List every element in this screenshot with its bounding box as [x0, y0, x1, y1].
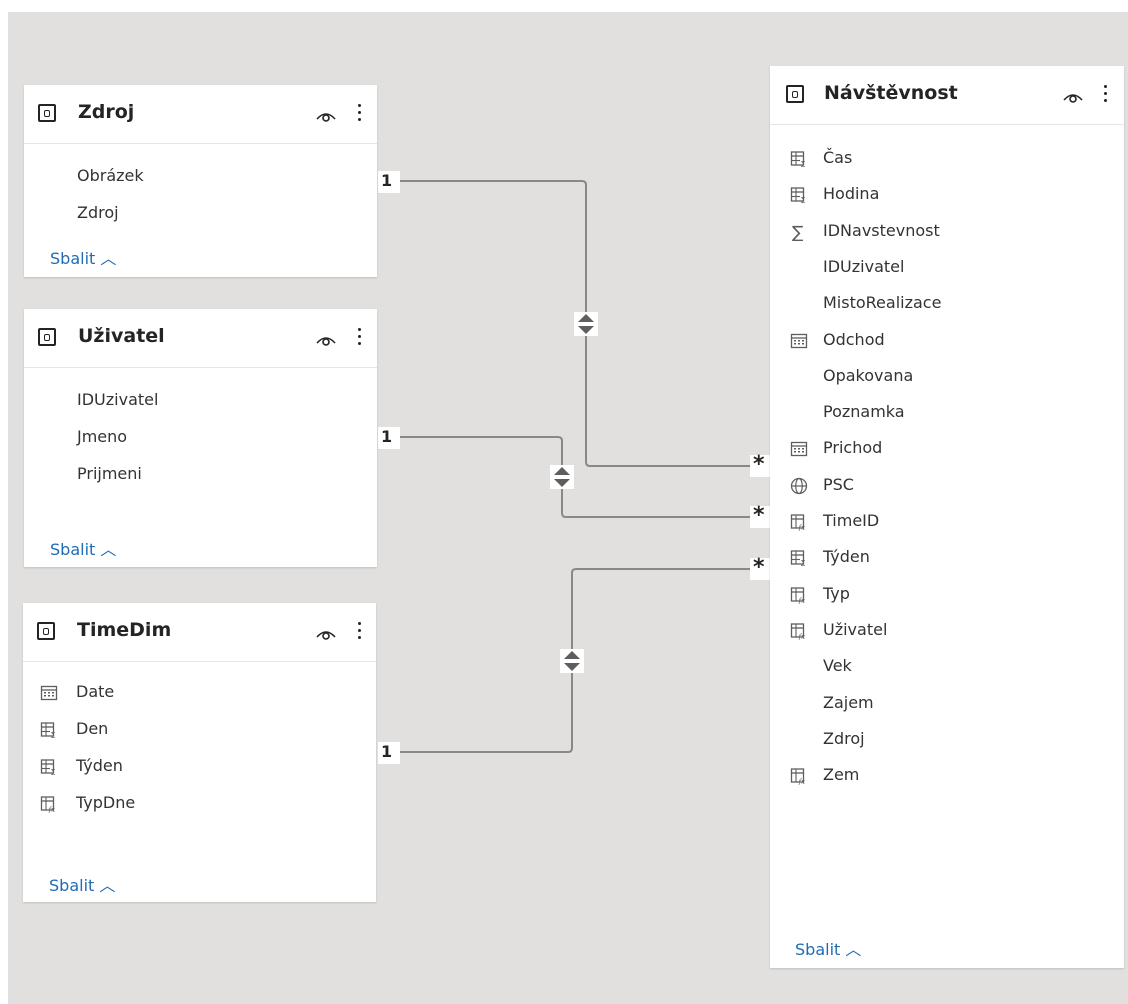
svg-text:∑: ∑: [792, 223, 804, 241]
visibility-icon[interactable]: [315, 333, 337, 347]
table-sigma-icon: Σ: [790, 549, 808, 568]
table-icon: [786, 85, 804, 103]
cardinality-one-label: 1: [381, 171, 393, 190]
globe-icon: [790, 477, 808, 495]
table-fx-icon: fx: [790, 586, 808, 605]
field-row[interactable]: Zem: [823, 765, 859, 784]
table-header[interactable]: Zdroj: [24, 85, 377, 144]
table-header[interactable]: Návštěvnost: [770, 66, 1124, 125]
table-sigma-icon: Σ: [40, 758, 58, 777]
table-card-timedim[interactable]: TimeDim Date Σ Den Σ Týden fx TypDne Sbalit ︿: [23, 603, 376, 902]
more-options-icon[interactable]: [358, 102, 362, 124]
calendar-icon: [790, 332, 808, 350]
field-row[interactable]: Zdroj: [77, 203, 119, 222]
svg-text:fx: fx: [48, 806, 56, 813]
collapse-link[interactable]: Sbalit ︿: [50, 245, 116, 269]
table-title: Uživatel: [78, 325, 165, 347]
table-icon: [37, 622, 55, 640]
svg-text:Σ: Σ: [801, 160, 806, 168]
field-row[interactable]: Date: [76, 682, 114, 701]
table-fx-icon: fx: [790, 622, 808, 641]
field-row[interactable]: IDUzivatel: [77, 390, 158, 409]
collapse-link[interactable]: Sbalit ︿: [50, 536, 116, 560]
table-fx-icon: fx: [790, 513, 808, 532]
field-row[interactable]: PSC: [823, 475, 854, 494]
cardinality-many-label: *: [753, 555, 765, 580]
sigma-icon: ∑: [790, 223, 808, 243]
field-row[interactable]: Týden: [76, 756, 123, 775]
field-row[interactable]: IDUzivatel: [823, 257, 904, 276]
field-row[interactable]: Uživatel: [823, 620, 887, 639]
table-fx-icon: fx: [40, 795, 58, 814]
svg-text:fx: fx: [798, 524, 806, 531]
more-options-icon[interactable]: [358, 326, 362, 348]
svg-text:Σ: Σ: [801, 196, 806, 204]
calendar-icon: [790, 440, 808, 458]
table-sigma-icon: Σ: [790, 186, 808, 205]
table-icon: [38, 328, 56, 346]
table-sigma-icon: Σ: [40, 721, 58, 740]
field-row[interactable]: Jmeno: [77, 427, 127, 446]
table-fx-icon: fx: [790, 767, 808, 786]
field-row[interactable]: Prichod: [823, 438, 882, 457]
field-row[interactable]: Zajem: [823, 693, 874, 712]
cardinality-many-label: *: [753, 452, 765, 477]
svg-text:fx: fx: [798, 597, 806, 604]
field-row[interactable]: Prijmeni: [77, 464, 142, 483]
calendar-icon: [40, 684, 58, 702]
field-row[interactable]: Obrázek: [77, 166, 144, 185]
visibility-icon[interactable]: [1062, 90, 1084, 104]
svg-text:Σ: Σ: [51, 731, 56, 739]
table-title: TimeDim: [77, 619, 172, 641]
field-row[interactable]: Odchod: [823, 330, 885, 349]
cardinality-one-label: 1: [381, 427, 393, 446]
svg-text:fx: fx: [798, 778, 806, 785]
svg-text:Σ: Σ: [51, 768, 56, 776]
field-row[interactable]: Týden: [823, 547, 870, 566]
field-row[interactable]: TypDne: [76, 793, 135, 812]
table-card-zdroj[interactable]: Zdroj Obrázek Zdroj Sbalit ︿: [24, 85, 377, 277]
cardinality-many-label: *: [753, 503, 765, 528]
field-row[interactable]: Vek: [823, 656, 852, 675]
cross-filter-icon[interactable]: [550, 465, 574, 489]
svg-text:fx: fx: [798, 633, 806, 640]
visibility-icon[interactable]: [315, 109, 337, 123]
visibility-icon[interactable]: [315, 627, 337, 641]
field-row[interactable]: TimeID: [823, 511, 879, 530]
table-title: Zdroj: [78, 101, 135, 123]
collapse-link[interactable]: Sbalit ︿: [795, 936, 861, 960]
field-row[interactable]: Poznamka: [823, 402, 905, 421]
field-row[interactable]: Čas: [823, 148, 852, 167]
relationship-line-uzivatel[interactable]: [400, 436, 752, 518]
more-options-icon[interactable]: [1104, 83, 1108, 105]
table-header[interactable]: Uživatel: [24, 309, 377, 368]
field-row[interactable]: MistoRealizace: [823, 293, 941, 312]
table-card-navstevnost[interactable]: Návštěvnost Σ Čas Σ Hodina ∑ IDNavstevnost IDU…: [770, 66, 1124, 968]
table-icon: [38, 104, 56, 122]
field-row[interactable]: Typ: [823, 584, 850, 603]
svg-text:Σ: Σ: [801, 559, 806, 567]
table-card-uzivatel[interactable]: Uživatel IDUzivatel Jmeno Prijmeni Sbali…: [24, 309, 377, 567]
cardinality-one-label: 1: [381, 742, 393, 761]
table-title: Návštěvnost: [824, 82, 958, 104]
collapse-link[interactable]: Sbalit ︿: [49, 872, 115, 896]
field-row[interactable]: Den: [76, 719, 108, 738]
table-header[interactable]: TimeDim: [23, 603, 376, 662]
more-options-icon[interactable]: [358, 620, 362, 642]
field-row[interactable]: Zdroj: [823, 729, 865, 748]
field-row[interactable]: Hodina: [823, 184, 879, 203]
cross-filter-icon[interactable]: [560, 649, 584, 673]
table-sigma-icon: Σ: [790, 150, 808, 169]
field-row[interactable]: Opakovana: [823, 366, 913, 385]
field-row[interactable]: IDNavstevnost: [823, 221, 940, 240]
cross-filter-icon[interactable]: [574, 312, 598, 336]
